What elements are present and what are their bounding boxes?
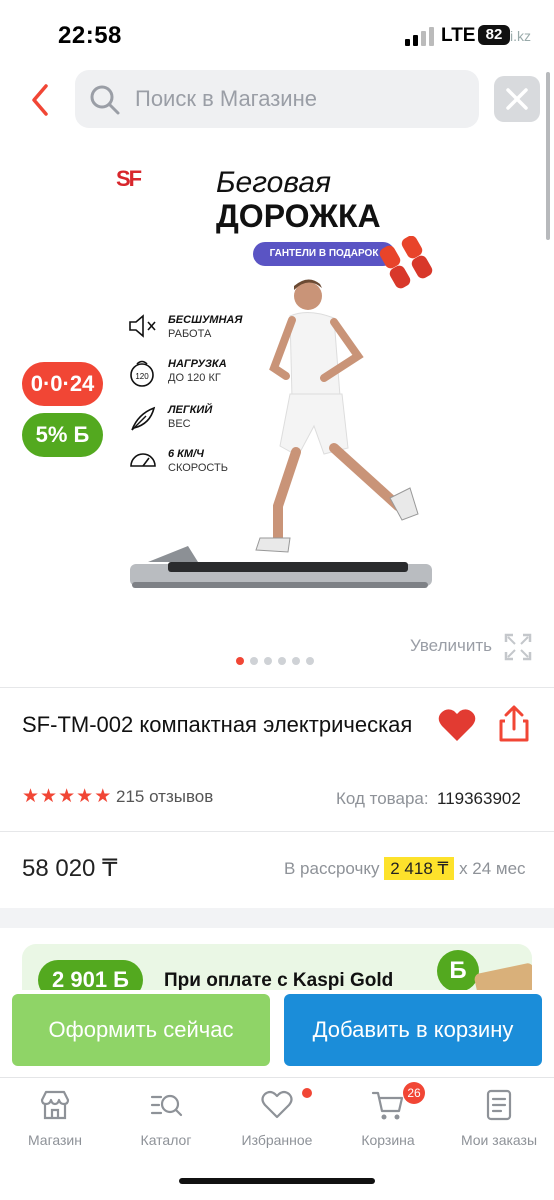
star-icon: ★ bbox=[40, 786, 58, 807]
action-bar: Оформить сейчас Добавить в корзину bbox=[0, 990, 554, 1076]
signal-icon bbox=[405, 27, 434, 46]
star-icon: ★ bbox=[76, 786, 94, 807]
divider bbox=[0, 687, 554, 688]
star-icon: ★ bbox=[22, 786, 40, 807]
star-icon: ★ bbox=[94, 786, 112, 807]
share-icon[interactable] bbox=[497, 705, 531, 743]
rating-stars: ★ ★ ★ ★ ★ bbox=[22, 787, 111, 807]
buy-now-button[interactable]: Оформить сейчас bbox=[12, 994, 270, 1066]
notification-dot bbox=[302, 1088, 312, 1098]
battery-icon: 82 bbox=[478, 25, 510, 45]
tab-cart[interactable]: 26 Корзина bbox=[333, 1082, 443, 1148]
installment-badge: 0·0·24 bbox=[22, 362, 103, 406]
tab-catalog[interactable]: Каталог bbox=[111, 1088, 221, 1148]
installment-prefix: В рассрочку bbox=[284, 859, 380, 878]
home-indicator bbox=[179, 1178, 375, 1184]
treadmill-product-image bbox=[130, 279, 432, 588]
pagination-dot[interactable] bbox=[250, 657, 258, 665]
status-overlay-text: i.kz bbox=[510, 28, 531, 44]
search-input[interactable] bbox=[135, 80, 465, 118]
tab-favorites[interactable]: Избранное bbox=[222, 1088, 332, 1148]
search-header bbox=[0, 62, 554, 136]
cart-icon bbox=[371, 1091, 404, 1120]
close-icon bbox=[506, 88, 528, 110]
orders-list-icon bbox=[486, 1089, 512, 1121]
pagination-dot[interactable] bbox=[292, 657, 300, 665]
promo-text: При оплате с Kaspi Gold bbox=[164, 970, 394, 991]
product-gallery[interactable]: SF Беговая ДОРОЖКА ГАНТЕЛИ В ПОДАРОК БЕС… bbox=[0, 136, 554, 686]
status-bar: 22:58 LTE 82 i.kz bbox=[0, 0, 554, 62]
close-button[interactable] bbox=[494, 76, 540, 122]
catalog-search-icon bbox=[150, 1094, 183, 1117]
pagination-dot[interactable] bbox=[278, 657, 286, 665]
divider bbox=[0, 831, 554, 832]
bonus-coin-icon: Б bbox=[437, 950, 479, 992]
pagination-dot[interactable] bbox=[236, 657, 244, 665]
back-arrow-icon[interactable] bbox=[24, 80, 58, 120]
add-to-cart-button[interactable]: Добавить в корзину bbox=[284, 994, 542, 1066]
expand-icon[interactable] bbox=[503, 632, 533, 662]
tab-orders[interactable]: Мои заказы bbox=[444, 1088, 554, 1148]
installment-suffix: х 24 мес bbox=[459, 859, 526, 878]
banner-heading-1: Беговая bbox=[216, 166, 332, 199]
heart-icon bbox=[261, 1090, 293, 1119]
banner-gift-label: ГАНТЕЛИ В ПОДАРОК bbox=[253, 242, 395, 266]
status-time: 22:58 bbox=[58, 22, 122, 49]
product-code-value: 119363902 bbox=[437, 789, 521, 808]
favorite-heart-icon[interactable] bbox=[437, 707, 477, 743]
bonus-badge: 5% Б bbox=[22, 413, 103, 457]
product-code-label: Код товара: bbox=[336, 789, 429, 808]
reviews-link[interactable]: 215 отзывов bbox=[116, 787, 213, 807]
search-icon bbox=[90, 85, 120, 115]
star-icon: ★ bbox=[58, 786, 76, 807]
section-divider bbox=[0, 908, 554, 928]
shop-icon bbox=[40, 1090, 70, 1120]
search-bar[interactable] bbox=[75, 70, 479, 128]
network-label: LTE bbox=[441, 25, 476, 46]
installment-amount: 2 418 ₸ bbox=[384, 857, 455, 880]
gallery-pagination bbox=[236, 657, 314, 665]
banner-heading-2: ДОРОЖКА bbox=[216, 198, 381, 234]
product-title: SF-TM-002 компактная электрическая bbox=[22, 712, 413, 737]
zoom-label[interactable]: Увеличить bbox=[410, 636, 492, 656]
installment-info[interactable]: В рассрочку 2 418 ₸ х 24 мес bbox=[284, 857, 526, 880]
pagination-dot[interactable] bbox=[306, 657, 314, 665]
pagination-dot[interactable] bbox=[264, 657, 272, 665]
brand-logo: SF bbox=[116, 166, 142, 191]
product-price: 58 020 ₸ bbox=[22, 855, 118, 882]
cart-count-badge: 26 bbox=[403, 1082, 425, 1104]
tab-shop[interactable]: Магазин bbox=[0, 1088, 110, 1148]
